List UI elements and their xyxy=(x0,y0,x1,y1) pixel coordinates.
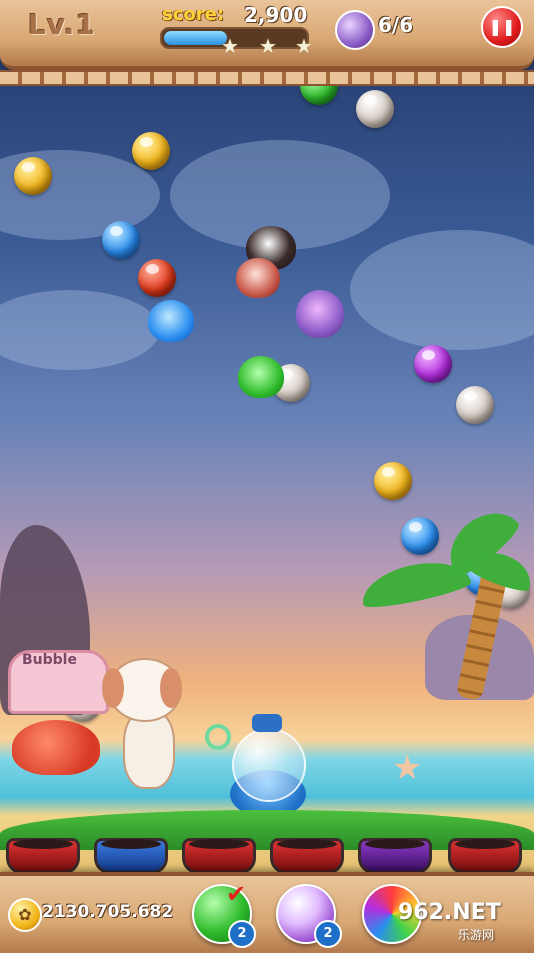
tool-count-badge: 2 xyxy=(228,920,256,948)
star-icon: ★ xyxy=(295,34,313,58)
bubble-yellow xyxy=(14,157,52,195)
sign-text: Bubble xyxy=(22,652,77,668)
bubble-yellow xyxy=(374,462,412,500)
bubble-purple xyxy=(414,345,452,383)
bubble-white xyxy=(456,386,494,424)
bubble-white xyxy=(356,90,394,128)
bird-blue xyxy=(148,300,194,342)
pot-red xyxy=(270,838,344,874)
pot-red xyxy=(182,838,256,874)
score-value: 2,900 xyxy=(244,3,308,27)
bird-red xyxy=(236,258,280,298)
dog-ear xyxy=(160,668,182,708)
bird-counter-icon xyxy=(335,10,375,50)
bird-green xyxy=(238,356,284,398)
checkmark-icon: ✔ xyxy=(226,880,247,908)
watermark-sub: 乐游网 xyxy=(458,928,495,942)
starfish-icon: ★ xyxy=(392,748,423,788)
crab-character xyxy=(12,720,100,775)
bubble-blue xyxy=(401,517,439,555)
dog-character xyxy=(102,658,186,789)
swap-bubble-icon[interactable] xyxy=(205,724,231,750)
bubble-launcher[interactable] xyxy=(232,728,306,802)
paw-coin-icon: ✿ xyxy=(8,898,42,932)
coin-balance: 2130.705.682 xyxy=(42,902,174,922)
game-scene[interactable]: Bubble ★ xyxy=(0,0,534,949)
catch-pots xyxy=(0,838,534,876)
bubble-yellow xyxy=(132,132,170,170)
bird-purple xyxy=(296,290,344,338)
star-icon: ★ xyxy=(259,34,277,58)
tool-count-badge: 2 xyxy=(314,920,342,948)
cloud xyxy=(0,290,160,370)
bubble-blue xyxy=(102,221,140,259)
site-watermark: 962.NET 乐游网 xyxy=(398,900,528,944)
star-icon: ★ xyxy=(221,34,239,58)
dog-body xyxy=(123,710,175,789)
pot-purple xyxy=(358,838,432,874)
cloud xyxy=(350,230,534,350)
level-label: Lv.1 xyxy=(28,8,96,41)
pause-icon: ❚❚ xyxy=(488,17,516,36)
pot-red xyxy=(6,838,80,874)
watermark-main: 962.NET xyxy=(398,900,501,925)
pause-button[interactable]: ❚❚ xyxy=(481,6,523,48)
bubble-red xyxy=(138,259,176,297)
dog-ear xyxy=(102,668,124,708)
pot-blue xyxy=(94,838,168,874)
pot-red xyxy=(448,838,522,874)
score-progress-fill xyxy=(164,31,227,45)
ceiling-rail xyxy=(0,70,534,86)
score-label: score: xyxy=(162,4,225,25)
launcher-nozzle xyxy=(252,714,282,732)
top-hud: Lv.1 score: 2,900 ★ ★ ★ 6/6 ❚❚ xyxy=(0,0,534,70)
birds-count: 6/6 xyxy=(378,13,414,37)
